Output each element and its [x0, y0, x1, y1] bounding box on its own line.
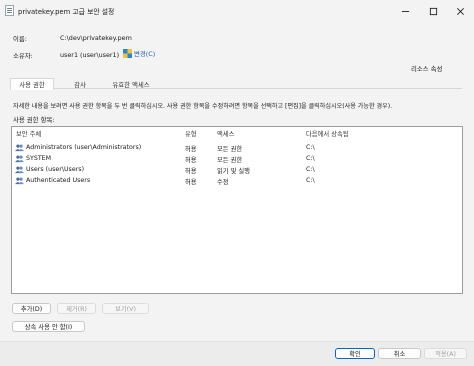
tab-permissions[interactable]: 사용 권한 — [10, 78, 54, 90]
cell-access: 모든 권한 — [217, 157, 243, 164]
close-icon — [457, 7, 464, 15]
cell-principal: SYSTEM — [26, 155, 52, 162]
minimize-icon — [401, 10, 410, 12]
cell-type: 허용 — [185, 179, 197, 186]
cell-principal: Authenticated Users — [26, 177, 91, 184]
title-bar: privatekey.pem 고급 보안 설정 — [0, 0, 474, 22]
owner-label: 소유자: — [13, 52, 33, 60]
cell-access: 읽기 및 실행 — [217, 168, 250, 175]
cell-access: 수정 — [217, 179, 229, 186]
column-header-type[interactable]: 유형 — [185, 129, 197, 138]
close-button[interactable] — [447, 0, 474, 22]
cell-inherited-from: C:\ — [306, 155, 315, 162]
instructions-text: 자세한 내용을 보려면 사용 권한 항목을 두 번 클릭하십시오. 사용 권한 … — [13, 103, 393, 110]
cell-type: 허용 — [185, 146, 197, 153]
name-label: 이름: — [13, 35, 27, 43]
owner-value: user1 (user\user1) — [60, 51, 120, 59]
users-icon — [15, 144, 24, 152]
column-header-principal[interactable]: 보안 주체 — [16, 129, 41, 138]
minimize-button[interactable] — [392, 0, 419, 22]
cell-type: 허용 — [185, 157, 197, 164]
cancel-button[interactable]: 취소 — [378, 348, 421, 359]
maximize-button[interactable] — [420, 0, 447, 22]
name-value: C:\dev\privatekey.pem — [60, 34, 132, 42]
ok-button[interactable]: 확인 — [335, 348, 375, 359]
column-header-access[interactable]: 액세스 — [217, 129, 234, 138]
cell-inherited-from: C:\ — [306, 166, 315, 173]
change-owner-label: 변경(C) — [134, 50, 156, 58]
column-header-inherited-from[interactable]: 다음에서 상속됨 — [306, 129, 349, 138]
window-title: privatekey.pem 고급 보안 설정 — [18, 8, 115, 16]
change-owner-link[interactable]: 변경(C) — [123, 49, 155, 58]
users-icon — [15, 155, 24, 163]
maximize-icon — [429, 7, 438, 15]
permission-entries-list[interactable]: 보안 주체 유형 액세스 다음에서 상속됨 Administrators (us… — [11, 126, 463, 294]
cell-principal: Users (user\Users) — [26, 166, 85, 173]
table-row[interactable]: Administrators (user\Administrators) 허용 … — [12, 143, 462, 154]
cell-inherited-from: C:\ — [306, 144, 315, 151]
remove-button[interactable]: 제거(R) — [57, 303, 96, 314]
cell-principal: Administrators (user\Administrators) — [26, 144, 142, 151]
tab-effective-access[interactable]: 유효한 액세스 — [104, 79, 158, 89]
table-row[interactable]: Users (user\Users) 허용 읽기 및 실행 C:\ — [12, 165, 462, 176]
apply-button[interactable]: 적용(A) — [424, 348, 467, 359]
table-row[interactable]: Authenticated Users 허용 수정 C:\ — [12, 176, 462, 187]
document-icon — [5, 5, 14, 16]
shield-icon — [123, 49, 132, 58]
permission-entries-label: 사용 권한 항목: — [13, 116, 55, 124]
tab-auditing[interactable]: 감사 — [60, 79, 100, 89]
view-button[interactable]: 보기(V) — [102, 303, 149, 314]
cell-type: 허용 — [185, 168, 197, 175]
users-icon — [15, 177, 24, 185]
cell-inherited-from: C:\ — [306, 177, 315, 184]
table-row[interactable]: SYSTEM 허용 모든 권한 C:\ — [12, 154, 462, 165]
cell-access: 모든 권한 — [217, 146, 243, 153]
add-button[interactable]: 추가(D) — [12, 303, 51, 314]
resource-properties-link[interactable]: 리소스 속성 — [411, 64, 442, 73]
users-icon — [15, 166, 24, 174]
disable-inheritance-button[interactable]: 상속 사용 안 함(I) — [12, 321, 85, 332]
